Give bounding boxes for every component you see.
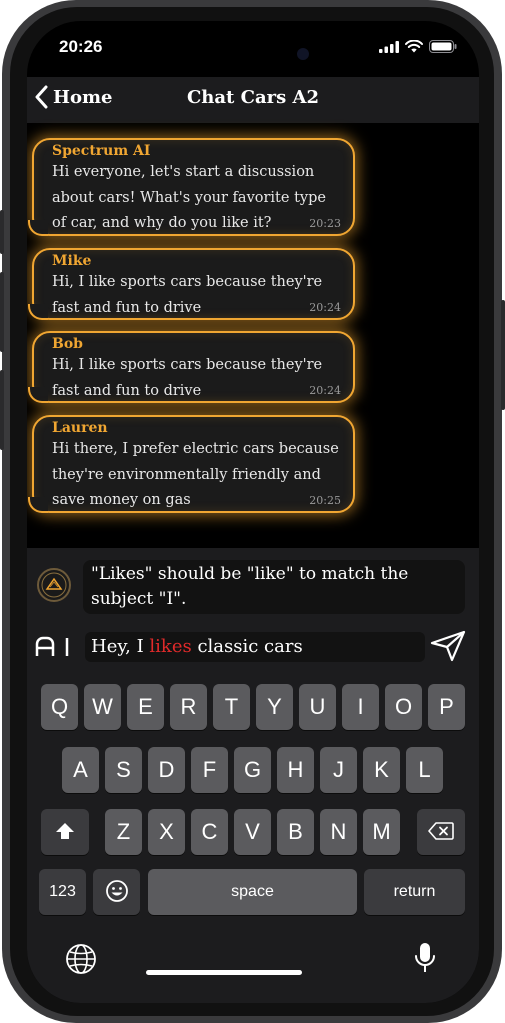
screen: 20:26 Home Chat Cars A2 Spectrum AI Hi e…: [27, 21, 479, 1003]
key-x[interactable]: X: [148, 809, 185, 855]
input-text-before: Hey, I: [91, 636, 150, 657]
message-time: 20:24: [309, 301, 341, 314]
front-camera: [297, 48, 309, 60]
message-text: Hi, I like sports cars because they're f…: [52, 274, 323, 316]
key-b[interactable]: B: [277, 809, 314, 855]
space-key[interactable]: space: [148, 869, 357, 915]
bubble-tail: [28, 387, 48, 403]
key-z[interactable]: Z: [105, 809, 142, 855]
action-button: [0, 210, 4, 254]
message-sender: Spectrum AI: [52, 143, 151, 159]
dictation-button[interactable]: [413, 941, 437, 982]
key-m[interactable]: M: [363, 809, 400, 855]
status-icons: [379, 40, 457, 53]
message-input[interactable]: Hey, I likes classic cars: [85, 632, 425, 662]
key-w[interactable]: W: [84, 684, 121, 730]
home-indicator[interactable]: [146, 970, 302, 975]
message-sender: Mike: [52, 253, 92, 269]
message-sender: Bob: [52, 336, 83, 352]
message-bubble: Lauren Hi there, I prefer electric cars …: [28, 415, 355, 513]
key-j[interactable]: J: [320, 747, 357, 793]
key-p[interactable]: P: [428, 684, 465, 730]
microphone-icon: [415, 943, 435, 972]
bubble-tail: [28, 304, 48, 320]
key-v[interactable]: V: [234, 809, 271, 855]
message-text: Hi everyone, let's start a discussion ab…: [52, 164, 326, 231]
key-h[interactable]: H: [277, 747, 314, 793]
message-bubble: Spectrum AI Hi everyone, let's start a d…: [28, 138, 355, 236]
dynamic-island: [181, 34, 325, 76]
battery-icon: [429, 40, 457, 53]
message-time: 20:23: [309, 217, 341, 230]
shift-key[interactable]: [41, 809, 89, 855]
spectrum-logo-icon: [37, 568, 71, 602]
key-e[interactable]: E: [127, 684, 164, 730]
page-title: Chat Cars A2: [186, 87, 320, 108]
key-c[interactable]: C: [191, 809, 228, 855]
bubble-tail: [28, 497, 48, 513]
message-time: 20:25: [309, 494, 341, 507]
wifi-icon: [405, 40, 423, 53]
ai-icon[interactable]: [35, 635, 73, 662]
return-key[interactable]: return: [364, 869, 465, 915]
message-sender: Lauren: [52, 420, 108, 436]
key-i[interactable]: I: [342, 684, 379, 730]
key-o[interactable]: O: [385, 684, 422, 730]
globe-button[interactable]: [65, 943, 97, 980]
key-r[interactable]: R: [170, 684, 207, 730]
message-bubble: Mike Hi, I like sports cars because they…: [28, 248, 355, 320]
message-bubble: Bob Hi, I like sports cars because they'…: [28, 331, 355, 403]
key-l[interactable]: L: [406, 747, 443, 793]
shift-icon: [56, 823, 74, 840]
navigation-bar: Home Chat Cars A2: [27, 77, 479, 123]
message-time: 20:24: [309, 384, 341, 397]
key-n[interactable]: N: [320, 809, 357, 855]
composer-panel: "Likes" should be "like" to match the su…: [27, 548, 479, 1003]
input-error-word: likes: [149, 636, 192, 657]
power-button: [501, 300, 505, 410]
emoji-icon: [105, 880, 128, 903]
grammar-correction: "Likes" should be "like" to match the su…: [83, 560, 465, 614]
key-a[interactable]: A: [62, 747, 99, 793]
key-y[interactable]: Y: [256, 684, 293, 730]
status-time: 20:26: [59, 37, 103, 56]
delete-key[interactable]: [417, 809, 465, 855]
key-k[interactable]: K: [363, 747, 400, 793]
globe-icon: [66, 944, 96, 974]
chat-messages[interactable]: Spectrum AI Hi everyone, let's start a d…: [27, 123, 479, 548]
delete-icon: [428, 822, 454, 840]
numbers-key[interactable]: 123: [39, 869, 86, 915]
send-button[interactable]: [430, 630, 466, 667]
volume-up-button: [0, 272, 4, 352]
message-text: Hi there, I prefer electric cars because…: [52, 441, 339, 508]
emoji-key[interactable]: [93, 869, 140, 915]
input-text-after: classic cars: [191, 636, 303, 657]
key-t[interactable]: T: [213, 684, 250, 730]
key-u[interactable]: U: [299, 684, 336, 730]
volume-down-button: [0, 370, 4, 450]
signal-icon: [379, 40, 399, 53]
message-text: Hi, I like sports cars because they're f…: [52, 357, 323, 399]
key-s[interactable]: S: [105, 747, 142, 793]
key-g[interactable]: G: [234, 747, 271, 793]
key-f[interactable]: F: [191, 747, 228, 793]
key-q[interactable]: Q: [41, 684, 78, 730]
key-d[interactable]: D: [148, 747, 185, 793]
send-icon: [430, 630, 466, 662]
bubble-tail: [28, 220, 48, 236]
